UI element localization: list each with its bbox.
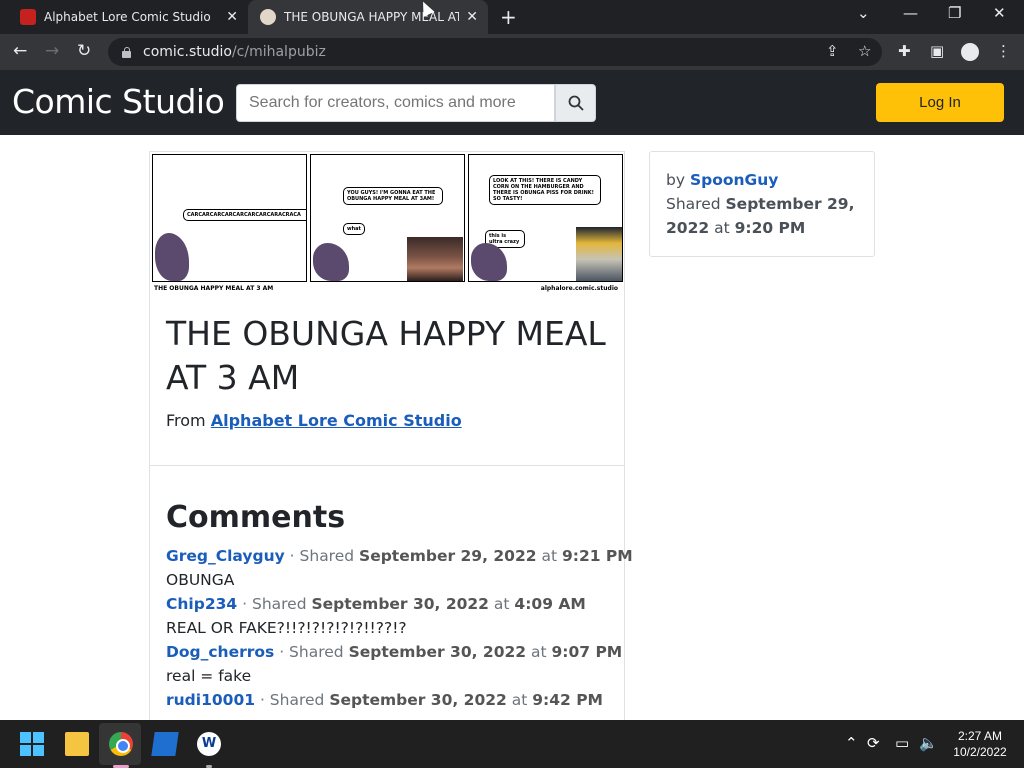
comic-watermark: alphalore.comic.studio [540, 285, 618, 292]
tab-search-icon[interactable]: ⌄ [857, 4, 870, 22]
w-app-icon[interactable]: W [197, 732, 221, 756]
clock-time: 2:27 AM [957, 729, 1003, 743]
blue-app-icon[interactable] [151, 732, 179, 756]
update-icon[interactable]: ⟳ [867, 734, 880, 752]
comment-time: 9:21 PM [561, 547, 633, 565]
side-panel-icon[interactable]: ▣ [930, 42, 944, 60]
comment-time: 9:42 PM [532, 691, 603, 709]
address-bar[interactable]: comic.studio/c/mihalpubiz [108, 38, 882, 66]
tray-chevron-icon[interactable]: ⌃ [845, 734, 858, 752]
comment-header: rudi10001 · Shared September 30, 2022 at… [166, 691, 603, 709]
share-icon[interactable]: ⇪ [826, 42, 839, 60]
comment-date: September 30, 2022 [348, 643, 527, 661]
site-header: Comic Studio Log In [0, 70, 1024, 135]
comic-panel-2: YOU GUYS! I'M GONNA EAT THE OBUNGA HAPPY… [310, 154, 465, 282]
browser-toolbar: ← → ↻ comic.studio/c/mihalpubiz ⇪ ☆ ✚ ▣ … [0, 34, 1024, 70]
comic-card: CARCARCARCARCARCARCARCARACRACA YOU GUYS!… [149, 151, 625, 466]
login-button[interactable]: Log In [876, 83, 1004, 122]
speech-bubble: YOU GUYS! I'M GONNA EAT THE OBUNGA HAPPY… [343, 187, 443, 205]
reload-icon[interactable]: ↻ [77, 41, 91, 61]
tab-close-icon[interactable]: ✕ [466, 9, 478, 25]
comment-text: REAL OR FAKE?!!?!?!?!?!?!!??!? [166, 619, 407, 637]
comments-heading: Comments [166, 500, 346, 535]
comment-time: 4:09 AM [514, 595, 586, 613]
comic-panel-3: LOOK AT THIS! THERE IS CANDY CORN ON THE… [468, 154, 623, 282]
volume-icon[interactable]: 🔈 [919, 734, 938, 752]
bookmark-star-icon[interactable]: ☆ [858, 42, 871, 60]
comment-date: September 30, 2022 [311, 595, 489, 613]
from-label: From [166, 411, 206, 430]
comments-section: Comments Greg_Clayguy · Shared September… [149, 465, 633, 725]
shared-label: Shared [666, 195, 721, 213]
menu-icon[interactable]: ⋮ [996, 42, 1011, 60]
search-input[interactable] [236, 84, 555, 122]
url-path: /c/mihalpubiz [231, 44, 326, 60]
comment-author-link[interactable]: Greg_Clayguy [166, 547, 285, 565]
tab-strip: Alphabet Lore Comic Studio ✕ THE OBUNGA … [0, 0, 1024, 34]
start-windows-icon[interactable] [20, 732, 44, 756]
comment-header: Greg_Clayguy · Shared September 29, 2022… [166, 547, 633, 565]
comment-date: September 30, 2022 [329, 691, 507, 709]
tab-favicon-icon [260, 9, 276, 25]
back-icon[interactable]: ← [13, 41, 27, 61]
comic-caption: THE OBUNGA HAPPY MEAL AT 3 AM [154, 285, 274, 292]
author-link[interactable]: SpoonGuy [690, 171, 778, 189]
shared-time: 9:20 PM [734, 219, 806, 237]
comment-time: 9:07 PM [551, 643, 623, 661]
profile-avatar-icon[interactable] [961, 43, 979, 61]
url-host: comic.studio [143, 44, 232, 60]
file-explorer-icon[interactable] [65, 732, 89, 756]
comment-author-link[interactable]: Chip234 [166, 595, 237, 613]
search-button[interactable] [555, 84, 596, 122]
comment-text: real = fake [166, 667, 252, 685]
chrome-icon[interactable] [109, 732, 133, 756]
minimize-icon[interactable]: — [903, 4, 918, 22]
at-label: at [714, 219, 730, 237]
obunga-meal-photo [576, 227, 622, 281]
tab-favicon-icon [20, 9, 36, 25]
search-icon [568, 95, 584, 111]
comment-author-link[interactable]: Dog_cherros [166, 643, 274, 661]
comic-strip[interactable]: CARCARCARCARCARCARCARCARACRACA YOU GUYS!… [152, 154, 623, 294]
comment-author-link[interactable]: rudi10001 [166, 691, 255, 709]
new-tab-button[interactable]: + [500, 6, 517, 28]
network-icon[interactable]: ▭ [895, 734, 909, 752]
character-figure [155, 233, 189, 281]
character-figure [313, 243, 349, 281]
comic-info-card: by SpoonGuy Shared September 29, 2022 at… [649, 151, 875, 257]
clock-date: 10/2/2022 [953, 745, 1007, 759]
windows-taskbar: W ⌃ ⟳ ▭ 🔈 2:27 AM 10/2/2022 [0, 720, 1024, 768]
comment-header: Dog_cherros · Shared September 30, 2022 … [166, 643, 623, 661]
studio-line: From Alphabet Lore Comic Studio [166, 411, 462, 430]
speech-bubble: LOOK AT THIS! THERE IS CANDY CORN ON THE… [489, 175, 601, 205]
tab-close-icon[interactable]: ✕ [226, 9, 238, 25]
close-window-icon[interactable]: ✕ [993, 4, 1006, 22]
taskbar-clock[interactable]: 2:27 AM 10/2/2022 [945, 728, 1015, 760]
character-figure [471, 243, 507, 281]
forward-icon[interactable]: → [45, 41, 59, 61]
speech-bubble: CARCARCARCARCARCARCARCARACRACA [183, 209, 306, 221]
extensions-icon[interactable]: ✚ [898, 42, 911, 60]
comic-panel-1: CARCARCARCARCARCARCARCARACRACA [152, 154, 307, 282]
site-logo[interactable]: Comic Studio [12, 82, 225, 122]
tab-alphabet-lore[interactable]: Alphabet Lore Comic Studio ✕ [8, 0, 248, 34]
page-title: THE OBUNGA HAPPY MEAL AT 3 AM [166, 314, 606, 397]
comment-header: Chip234 · Shared September 30, 2022 at 4… [166, 595, 586, 613]
lock-icon [122, 46, 131, 58]
tab-title: Alphabet Lore Comic Studio [44, 10, 211, 24]
comment-text: OBUNGA [166, 571, 235, 589]
by-label: by [666, 171, 686, 189]
studio-link[interactable]: Alphabet Lore Comic Studio [211, 411, 462, 430]
tab-obunga-happy-meal[interactable]: THE OBUNGA HAPPY MEAL AT 3 AM ✕ [248, 0, 488, 34]
reply-bubble: what [343, 223, 365, 235]
face-photo [407, 237, 463, 281]
comment-date: September 29, 2022 [359, 547, 537, 565]
restore-icon[interactable]: ❐ [948, 4, 961, 22]
